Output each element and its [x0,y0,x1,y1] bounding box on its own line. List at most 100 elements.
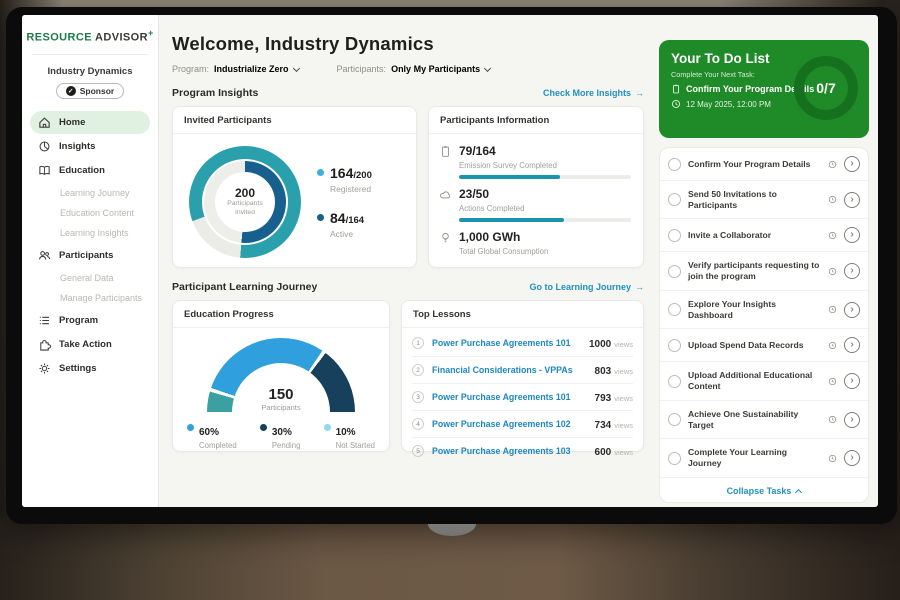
task-checkbox[interactable] [668,229,681,242]
cloud-icon [439,188,452,201]
sidebar-item-participants[interactable]: Participants [30,244,150,267]
link-label: Go to Learning Journey [529,282,631,292]
card-title: Participants Information [429,107,643,134]
lesson-views: 734 [595,420,612,431]
clock-icon [828,377,837,386]
legend-label: Not Started [336,441,375,450]
task-row-achieve-target[interactable]: Achieve One Sustainability Target › [660,401,868,439]
donut-center-value: 200 [235,186,255,200]
clock-icon [671,99,681,109]
clock-icon [828,341,837,350]
task-row-explore-insights[interactable]: Explore Your Insights Dashboard › [660,291,868,329]
task-row-upload-educational-content[interactable]: Upload Additional Educational Content › [660,362,868,400]
task-label: Send 50 Invitations to Participants [688,189,821,210]
views-word: views [614,421,633,430]
task-checkbox[interactable] [668,193,681,206]
sponsor-badge[interactable]: ✓ Sponsor [56,83,124,99]
book-icon [38,164,51,177]
participants-dropdown[interactable]: Participants: Only My Participants [337,64,491,74]
lesson-rank: 5 [412,445,424,457]
nav-label: Take Action [59,339,112,350]
clock-icon [828,305,837,314]
sidebar-item-learning-journey[interactable]: Learning Journey [30,183,150,203]
nav-label: Settings [59,363,96,374]
task-row-complete-learning-journey[interactable]: Complete Your Learning Journey › [660,439,868,477]
task-open-button[interactable]: › [844,302,860,318]
legend-value: 164 [330,165,353,181]
invited-participants-card: Invited Participants 200 ParticipantsInv… [172,106,417,268]
task-open-button[interactable]: › [844,156,860,172]
lesson-views: 600 [595,447,612,458]
arrow-right-icon: → [635,88,644,98]
lesson-link[interactable]: Power Purchase Agreements 102 [432,419,587,429]
gauge-center-label: Participants [207,403,355,412]
task-open-button[interactable]: › [844,263,860,279]
sidebar-item-settings[interactable]: Settings [30,357,150,380]
task-checkbox[interactable] [668,339,681,352]
sidebar-item-insights[interactable]: Insights [30,135,150,158]
task-row-send-invitations[interactable]: Send 50 Invitations to Participants › [660,181,868,219]
task-label: Confirm Your Program Details [688,159,821,170]
stat-global-consumption: 1,000 GWh Total Global Consumption [439,228,631,256]
clock-icon [828,415,837,424]
sidebar-item-manage-participants[interactable]: Manage Participants [30,288,150,308]
task-open-button[interactable]: › [844,450,860,466]
learning-journey-title: Participant Learning Journey [172,281,317,293]
sidebar-item-program[interactable]: Program [30,309,150,332]
task-open-button[interactable]: › [844,337,860,353]
lesson-row: 2 Financial Considerations - VPPAs 803vi… [412,357,633,384]
sidebar-item-education[interactable]: Education [30,159,150,182]
sidebar-item-take-action[interactable]: Take Action [30,333,150,356]
participants-filter-label: Participants: [337,64,387,74]
task-checkbox[interactable] [668,303,681,316]
gear-icon [38,362,51,375]
sidebar-item-home[interactable]: Home [30,111,150,134]
divider [32,54,148,55]
legend-pct: 10% [336,427,356,438]
donut-center-label: ParticipantsInvited [227,200,263,218]
check-more-insights-link[interactable]: Check More Insights → [543,88,644,98]
task-open-button[interactable]: › [844,227,860,243]
task-row-upload-spend-data[interactable]: Upload Spend Data Records › [660,329,868,362]
stat-label: Emission Survey Completed [459,161,631,170]
clock-icon [828,160,837,169]
views-word: views [614,394,633,403]
lesson-link[interactable]: Financial Considerations - VPPAs [432,365,587,375]
sidebar-item-education-content[interactable]: Education Content [30,203,150,223]
chevron-down-icon [484,64,491,71]
sidebar: RESOURCE ADVISOR+ Industry Dynamics ✓ Sp… [22,15,159,507]
lesson-views: 793 [595,393,612,404]
lesson-row: 4 Power Purchase Agreements 102 734views [412,411,633,438]
nav-label: Home [59,117,85,128]
card-title: Invited Participants [173,107,416,134]
lesson-rank: 1 [412,337,424,349]
task-checkbox[interactable] [668,375,681,388]
task-checkbox[interactable] [668,452,681,465]
sidebar-item-general-data[interactable]: General Data [30,268,150,288]
task-checkbox[interactable] [668,413,681,426]
task-open-button[interactable]: › [844,373,860,389]
task-open-button[interactable]: › [844,412,860,428]
task-row-invite-collaborator[interactable]: Invite a Collaborator › [660,219,868,252]
lesson-link[interactable]: Power Purchase Agreements 103 [432,446,587,456]
puzzle-icon [38,338,51,351]
legend-label: Registered [330,184,372,194]
task-checkbox[interactable] [668,158,681,171]
views-word: views [614,448,633,457]
lesson-row: 5 Power Purchase Agreements 103 600views [412,438,633,464]
program-insights-title: Program Insights [172,87,258,99]
go-to-learning-journey-link[interactable]: Go to Learning Journey → [529,282,644,292]
program-dropdown[interactable]: Program: Industrialize Zero [172,64,299,74]
home-icon [38,116,51,129]
scene: RESOURCE ADVISOR+ Industry Dynamics ✓ Sp… [0,0,900,600]
views-word: views [614,367,633,376]
lesson-link[interactable]: Power Purchase Agreements 101 [432,392,587,402]
collapse-tasks-link[interactable]: Collapse Tasks [660,478,868,502]
sidebar-item-learning-insights[interactable]: Learning Insights [30,223,150,243]
task-checkbox[interactable] [668,265,681,278]
lesson-link[interactable]: Power Purchase Agreements 101 [432,338,581,348]
task-row-verify-participants[interactable]: Verify participants requesting to join t… [660,252,868,290]
lesson-views: 1000 [589,339,611,350]
task-row-confirm-program[interactable]: Confirm Your Program Details › [660,148,868,181]
task-open-button[interactable]: › [844,192,860,208]
